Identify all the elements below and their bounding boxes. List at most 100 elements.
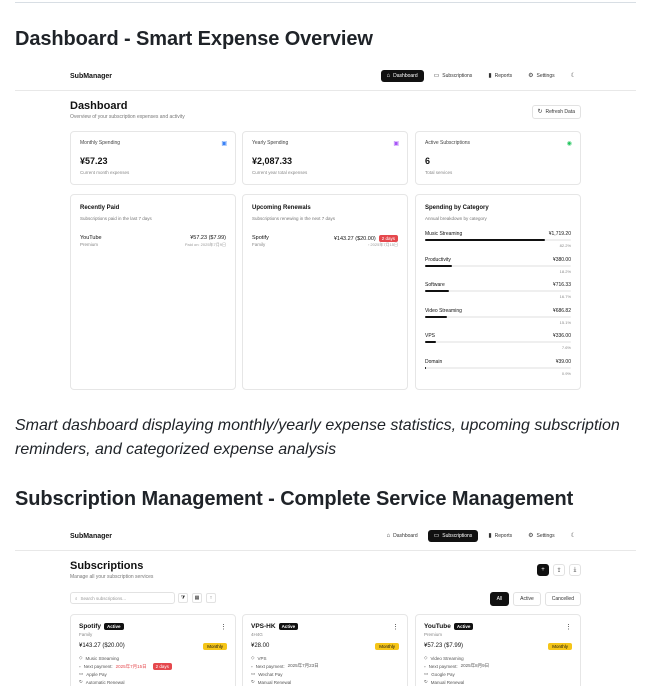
stat-value: ¥2,087.33 xyxy=(252,156,293,166)
download-icon: ⤓ xyxy=(573,566,577,573)
card-header: VPS-HK Active xyxy=(251,623,299,630)
add-subscription-button[interactable]: + xyxy=(537,564,549,576)
calendar-button[interactable]: ▦ xyxy=(192,593,202,603)
chart-icon: ▮ xyxy=(488,533,492,539)
filter-cancelled[interactable]: Cancelled xyxy=(544,592,581,606)
subscription-card[interactable]: Spotify Active ⋮ Family ¥143.27 ($20.00) … xyxy=(70,614,236,686)
status-filters: All Active Cancelled xyxy=(489,592,581,606)
category-amount: ¥716.33 xyxy=(552,282,571,288)
nav-subscriptions[interactable]: ▭ Subscriptions xyxy=(428,70,479,82)
category-percent: 82.2% xyxy=(559,243,571,248)
chart-icon: ▮ xyxy=(488,73,492,79)
renewal-line: ↻ Automatic Renewal xyxy=(79,679,125,685)
refresh-button[interactable]: ↻ Refresh Data xyxy=(531,105,581,119)
app-navbar: SubManager ⌂ Dashboard ▭ Subscriptions ▮ Re… xyxy=(15,524,636,551)
subscriptions-screenshot: SubManager ⌂ Dashboard ▭ Subscriptions ▮ Re… xyxy=(15,524,636,686)
category-amount: ¥1,719.20 xyxy=(548,231,571,237)
nav-settings[interactable]: ⚙ Settings xyxy=(522,70,560,82)
card-icon: ▭ xyxy=(433,73,440,79)
filter-icon: ⧩ xyxy=(180,595,186,601)
stat-label: Yearly Spending xyxy=(252,140,289,146)
stat-value: ¥57.23 xyxy=(80,156,108,166)
nav-links: ⌂ Dashboard ▭ Subscriptions ▮ Reports ⚙ Sett… xyxy=(381,530,582,542)
nav-settings-label: Settings xyxy=(536,533,555,539)
wallet-icon: ▭ xyxy=(424,671,429,676)
more-menu-icon[interactable]: ⋮ xyxy=(565,623,572,631)
stat-card-monthly: Monthly Spending ▣ ¥57.23 Current month … xyxy=(70,131,236,185)
item-amount: ¥57.23 ($7.99) xyxy=(190,235,226,241)
refresh-icon: ↻ xyxy=(79,679,83,684)
card-header: YouTube Active xyxy=(424,623,474,630)
category-progress-fill xyxy=(425,290,450,292)
category-row: Productivity ¥380.00 18.2% xyxy=(425,257,571,279)
billing-cycle-badge: Monthly xyxy=(548,643,572,650)
nav-subscriptions[interactable]: ▭ Subscriptions xyxy=(427,530,479,542)
card-header: Spotify Active xyxy=(79,623,124,630)
tag-icon: ◇ xyxy=(79,655,83,660)
export-button[interactable]: ⤓ xyxy=(569,564,581,576)
sort-button[interactable]: ↑ xyxy=(206,593,216,603)
billing-cycle-badge: Monthly xyxy=(203,643,227,650)
card-icon: ▭ xyxy=(433,533,440,539)
next-payment-date: 2025年8月9日 xyxy=(460,663,490,668)
top-divider xyxy=(15,2,636,3)
nav-dashboard[interactable]: ⌂ Dashboard xyxy=(380,70,424,82)
dashboard-screenshot: SubManager ⌂ Dashboard ▭ Subscriptions ▮ Re… xyxy=(15,64,636,401)
card-title: Recently Paid xyxy=(80,205,120,211)
stat-hint: Current year total expenses xyxy=(252,170,308,175)
theme-toggle[interactable]: ☾ xyxy=(565,70,582,82)
list-item[interactable]: YouTube Premium ¥57.23 ($7.99) Paid on: … xyxy=(80,235,226,247)
category-progress-track xyxy=(425,341,571,343)
subscription-card[interactable]: VPS-HK Active ⋮ 4H4G ¥28.00 Monthly ◇ VPS … xyxy=(242,614,408,686)
calendar-icon: ▣ xyxy=(393,141,399,147)
stat-card-active: Active Subscriptions ◉ 6 Total services xyxy=(415,131,581,185)
app-brand[interactable]: SubManager xyxy=(70,533,112,540)
payment-method: Wechat Pay xyxy=(258,671,283,677)
category-percent: 0.9% xyxy=(561,370,571,376)
subscription-category: VPS xyxy=(257,655,267,661)
next-payment-date: 2025年7月23日 xyxy=(287,663,319,668)
calendar-icon: ▣ xyxy=(221,141,227,147)
import-button[interactable]: ⇪ xyxy=(553,564,565,576)
payment-method-line: ▭ Wechat Pay xyxy=(251,671,282,677)
category-row: Music Streaming ¥1,719.20 82.2% xyxy=(425,231,571,253)
category-percent: 7.6% xyxy=(561,345,571,350)
subscription-card[interactable]: YouTube Active ⋮ Premium ¥57.23 ($7.99) M… xyxy=(415,614,581,686)
calendar-icon: ▫ xyxy=(79,664,81,669)
filter-active[interactable]: Active xyxy=(513,592,541,606)
filter-all[interactable]: All xyxy=(489,592,510,606)
theme-toggle[interactable]: ☾ xyxy=(565,530,582,542)
category-progress-track xyxy=(425,264,571,267)
category-name: VPS xyxy=(425,333,436,339)
payment-method-line: ▭ Google Pay xyxy=(424,671,455,677)
next-payment-label: Next payment: xyxy=(255,663,285,669)
list-item[interactable]: Spotify Family ¥143.27 ($20.00) 2 days ▫ … xyxy=(252,235,398,247)
search-input[interactable]: ⌕ Search subscriptions... xyxy=(70,592,175,604)
status-badge: Active xyxy=(278,623,299,630)
nav-settings[interactable]: ⚙ Settings xyxy=(522,530,560,542)
check-circle-icon: ◉ xyxy=(566,141,572,147)
recently-paid-card: Recently Paid Subscriptions paid in the … xyxy=(70,194,236,390)
sort-arrow-icon: ↑ xyxy=(209,595,213,601)
nav-reports[interactable]: ▮ Reports xyxy=(482,70,518,82)
page-subtitle: Manage all your subscription services xyxy=(70,574,154,580)
more-menu-icon[interactable]: ⋮ xyxy=(392,623,399,631)
next-payment-line: ▫ Next payment: 2025年7月23日 xyxy=(251,663,319,669)
tag-icon: ◇ xyxy=(424,655,428,660)
payment-method: Google Pay xyxy=(431,671,455,677)
stat-label: Active Subscriptions xyxy=(425,140,471,146)
stat-value: 6 xyxy=(425,156,431,166)
nav-dashboard[interactable]: ⌂ Dashboard xyxy=(381,530,424,542)
next-payment-label: Next payment: xyxy=(83,664,113,669)
nav-reports[interactable]: ▮ Reports xyxy=(482,530,518,542)
renewal-type: Manual Renewal xyxy=(430,679,465,685)
app-brand[interactable]: SubManager xyxy=(70,73,112,80)
subscription-name: Spotify xyxy=(79,623,102,630)
more-menu-icon[interactable]: ⋮ xyxy=(220,623,227,631)
search-tools: ⧩ ▦ ↑ xyxy=(178,593,216,603)
card-title: Spending by Category xyxy=(425,205,489,211)
filter-button[interactable]: ⧩ xyxy=(178,593,188,603)
category-amount: ¥336.00 xyxy=(552,333,571,339)
stat-card-yearly: Yearly Spending ▣ ¥2,087.33 Current year… xyxy=(242,131,408,185)
subscription-category: Video Streaming xyxy=(430,655,464,661)
